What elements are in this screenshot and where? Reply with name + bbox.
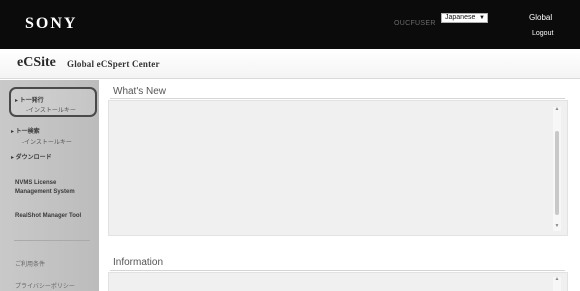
whats-new-panel: ▲ ▼: [108, 100, 568, 236]
information-divider: [110, 270, 565, 271]
logout-link[interactable]: Logout: [532, 30, 553, 37]
site-title-bar: eCSite Global eCSpert Center: [0, 49, 580, 79]
main-content: What's New ▲ ▼ Information ▲: [100, 80, 580, 291]
information-scrollbar[interactable]: ▲: [553, 277, 561, 291]
scrollbar-thumb[interactable]: [555, 131, 559, 215]
scroll-up-icon[interactable]: ▲: [553, 107, 561, 112]
site-title: eCSite: [17, 55, 56, 70]
language-select-value: Japanese: [445, 14, 476, 21]
sidebar-item-realshot-manager[interactable]: RealShot Manager Tool: [15, 213, 81, 219]
sidebar-item-download[interactable]: ▸ ダウンロード: [11, 152, 52, 161]
sidebar-divider: [14, 240, 90, 241]
whats-new-heading: What's New: [113, 86, 167, 97]
global-link[interactable]: Global: [529, 13, 552, 22]
language-select[interactable]: Japanese ▼: [441, 13, 488, 23]
sidebar-item-key-issue[interactable]: ▸ ト一発行: [15, 95, 44, 104]
information-panel: ▲: [108, 272, 568, 291]
information-heading: Information: [113, 257, 164, 268]
sidebar-item-privacy[interactable]: プライバシーポリシー: [15, 281, 75, 290]
brand-logo: SONY: [25, 15, 78, 32]
site-subtitle: Global eCSpert Center: [67, 59, 160, 69]
sidebar-item-key-issue-install[interactable]: -インストールキー: [26, 105, 76, 114]
scroll-down-icon[interactable]: ▼: [553, 224, 561, 229]
chevron-down-icon: ▼: [479, 15, 485, 21]
top-bar: SONY OUCFUSER Japanese ▼ Global Logout: [0, 0, 580, 49]
sidebar-item-key-search[interactable]: ▸ ト一検索: [11, 126, 40, 135]
sidebar-item-terms[interactable]: ご利用条件: [15, 259, 45, 268]
whats-new-scrollbar[interactable]: ▲ ▼: [553, 107, 561, 231]
sidebar-item-key-search-install[interactable]: -インストールキー: [22, 137, 72, 146]
sidebar-item-nvms-management[interactable]: Management System: [15, 189, 75, 195]
user-id-label: OUCFUSER: [394, 20, 436, 27]
scroll-up-icon[interactable]: ▲: [553, 277, 561, 282]
whats-new-divider: [110, 98, 565, 99]
sidebar-item-nvms-license[interactable]: NVMS License: [15, 180, 56, 186]
